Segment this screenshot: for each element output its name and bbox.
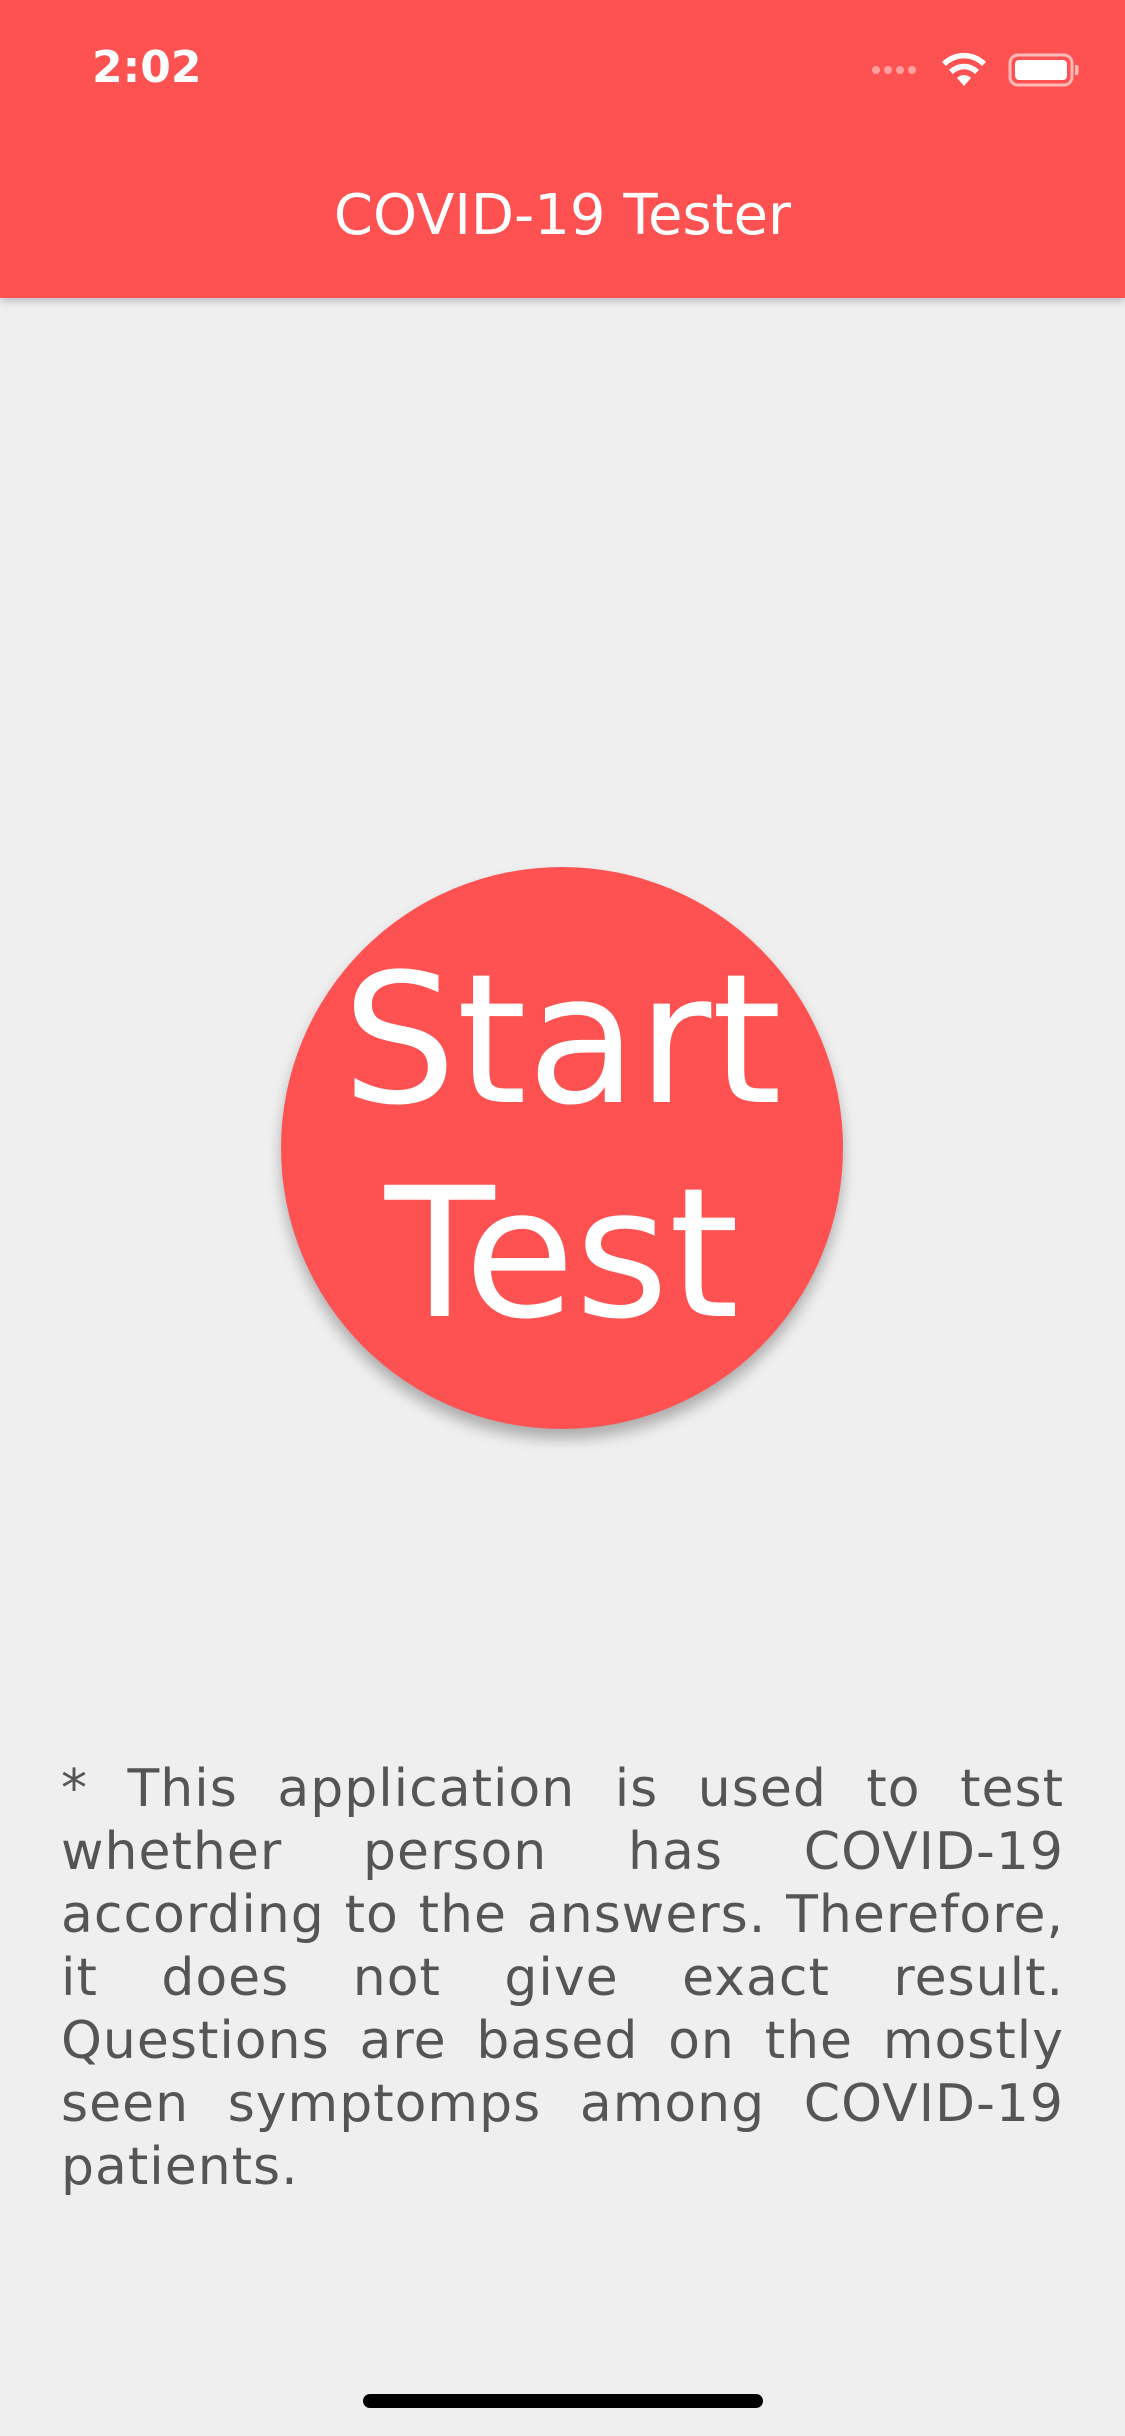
status-indicators xyxy=(872,50,1080,90)
home-indicator[interactable] xyxy=(363,2394,763,2408)
page-title: COVID-19 Tester xyxy=(333,183,792,248)
cellular-signal-icon xyxy=(872,66,920,74)
start-test-label-line1: Start xyxy=(342,936,782,1145)
status-time: 2:02 xyxy=(92,42,202,93)
app-header: 2:02 COVID-19 Tester xyxy=(0,0,1125,298)
wifi-icon xyxy=(942,52,986,86)
battery-icon xyxy=(1008,53,1079,87)
disclaimer-text: * This application is used to test wheth… xyxy=(61,1759,1064,2197)
start-test-label-line2: Test xyxy=(384,1150,740,1359)
start-test-button[interactable]: Start Test xyxy=(281,867,843,1429)
